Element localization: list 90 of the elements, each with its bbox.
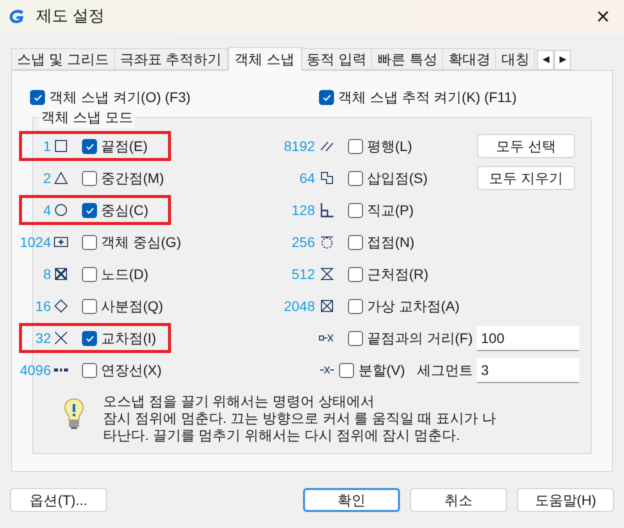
- checkmark-icon: [86, 142, 94, 150]
- checkbox-label[interactable]: 접점(N): [367, 232, 414, 252]
- checkbox[interactable]: [348, 330, 363, 346]
- checkbox[interactable]: [82, 138, 97, 154]
- tab[interactable]: 극좌표 추적하기: [114, 48, 228, 70]
- checkbox-label[interactable]: 연장선(X): [101, 360, 162, 380]
- tab[interactable]: 객체 스냅: [228, 47, 302, 71]
- x-icon: [53, 330, 69, 346]
- diamond-icon: [53, 298, 69, 314]
- code-number: 32: [35, 328, 51, 348]
- lightbulb-icon: [63, 397, 85, 431]
- checkbox-label[interactable]: 끝점과의 거리(F): [367, 328, 473, 348]
- checkbox[interactable]: [348, 234, 363, 250]
- checkbox-label[interactable]: 가상 교차점(A): [367, 296, 460, 316]
- window-title: 제도 설정: [36, 7, 104, 27]
- triangle-icon: [53, 170, 69, 186]
- dashed-line-icon: [53, 368, 69, 372]
- checkbox-label[interactable]: 객체 스냅 추적 켜기(K) (F11): [338, 86, 517, 108]
- checkbox[interactable]: [30, 90, 45, 104]
- button[interactable]: 모두 지우기: [477, 166, 575, 190]
- checkbox[interactable]: [348, 170, 363, 186]
- button[interactable]: 확인: [303, 488, 400, 512]
- code-number: 8192: [284, 136, 315, 156]
- code-number: 1024: [20, 232, 51, 252]
- checkbox-label[interactable]: 객체 중심(G): [101, 232, 182, 252]
- checkbox-label[interactable]: 분할(V): [358, 360, 405, 380]
- tab[interactable]: 스냅 및 그리드: [11, 48, 115, 70]
- code-number: 2: [43, 168, 51, 188]
- checkbox-label[interactable]: 노드(D): [101, 264, 148, 284]
- code-number: 2048: [284, 296, 315, 316]
- checkbox[interactable]: [82, 170, 97, 186]
- checkbox-label[interactable]: 중심(C): [101, 200, 148, 220]
- scroll-button[interactable]: ▶: [554, 50, 572, 70]
- stepped-box-icon: [319, 170, 335, 186]
- button[interactable]: 모두 선택: [477, 134, 575, 158]
- checkbox-label[interactable]: 끝점(E): [101, 136, 148, 156]
- checkbox-label[interactable]: 중간점(M): [101, 168, 164, 188]
- code-number: 4: [43, 200, 51, 220]
- checkbox[interactable]: [82, 298, 97, 314]
- checkbox[interactable]: [82, 234, 97, 250]
- dashed-circle-icon: [319, 234, 335, 250]
- tab[interactable]: 대칭: [495, 48, 536, 70]
- field-label: 세그먼트: [417, 360, 473, 380]
- checkbox[interactable]: [319, 90, 334, 104]
- tab[interactable]: 빠른 특성: [371, 48, 444, 70]
- button[interactable]: 취소: [410, 488, 507, 512]
- checkmark-icon: [34, 94, 42, 100]
- code-number: 4096: [20, 360, 51, 380]
- input-field[interactable]: 100: [477, 326, 579, 350]
- checkmark-icon: [322, 94, 330, 100]
- button[interactable]: 옵션(T)...: [10, 488, 107, 512]
- button[interactable]: 도움말(H): [517, 488, 614, 512]
- code-number: 64: [299, 168, 315, 188]
- crossed-box-icon: [319, 298, 335, 314]
- plus-box-icon: [53, 234, 69, 250]
- checkbox-label[interactable]: 교차점(I): [101, 328, 156, 348]
- checkbox[interactable]: [348, 266, 363, 282]
- code-number: 128: [292, 200, 315, 220]
- checkbox-label[interactable]: 삽입점(S): [367, 168, 428, 188]
- tab[interactable]: 동적 입력: [300, 48, 372, 70]
- checkbox[interactable]: [348, 298, 363, 314]
- checkbox[interactable]: [348, 202, 363, 218]
- circle-icon: [53, 202, 69, 218]
- right-angle-icon: [319, 202, 335, 218]
- close-button[interactable]: ✕: [588, 2, 618, 32]
- code-number: 256: [292, 232, 315, 252]
- checkbox-label[interactable]: 사분점(Q): [101, 296, 164, 316]
- checkbox[interactable]: [348, 138, 363, 154]
- checkbox[interactable]: [82, 330, 97, 346]
- code-number: 1: [43, 136, 51, 156]
- checkbox[interactable]: [82, 266, 97, 282]
- checkbox-label[interactable]: 객체 스냅 켜기(O) (F3): [49, 86, 191, 108]
- tab[interactable]: 확대경: [442, 48, 496, 70]
- code-number: 512: [292, 264, 315, 284]
- code-number: 16: [35, 296, 51, 316]
- square-icon: [53, 138, 69, 154]
- hourglass-icon: [319, 266, 335, 282]
- checkbox-label[interactable]: 근처점(R): [367, 264, 428, 284]
- checkbox[interactable]: [82, 362, 97, 378]
- checkbox[interactable]: [339, 362, 354, 378]
- checkbox[interactable]: [82, 202, 97, 218]
- scroll-button[interactable]: ◀: [537, 50, 554, 70]
- tip-text: 오스냅 점을 끌기 위해서는 명령어 상태에서 잠시 점위에 멈춘다. 끄는 방향으로 커서 를 움직일 때 표시가 나 타난다. 끌기를 멈추기 위해서는 다시 점위에 잠시 멈춘다.: [103, 393, 496, 444]
- checkmark-icon: [86, 334, 94, 342]
- input-field[interactable]: 3: [477, 358, 579, 382]
- checkbox-label[interactable]: 직교(P): [367, 200, 414, 220]
- checkbox-label[interactable]: 평행(L): [367, 136, 412, 156]
- crossed-box-icon: [53, 266, 69, 282]
- checkmark-icon: [86, 206, 94, 214]
- code-number: 8: [43, 264, 51, 284]
